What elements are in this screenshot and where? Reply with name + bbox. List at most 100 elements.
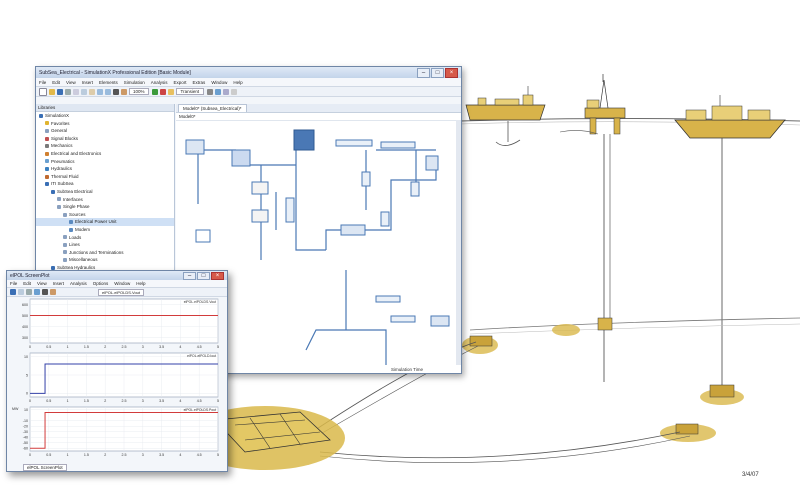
copy-icon[interactable] [81,88,87,95]
plot-copy-icon[interactable] [18,289,24,295]
tree-item[interactable]: Lines [36,241,174,249]
undo-icon[interactable] [97,88,103,95]
reset-icon[interactable] [167,88,174,95]
tree-item[interactable]: Pneumatics [36,158,174,166]
pointer-icon[interactable] [113,88,119,95]
transient-select[interactable]: Transient [175,88,205,95]
plot-close-icon[interactable]: × [211,271,224,280]
x-tick-label: 3.5 [159,453,164,457]
tree-item[interactable]: Mechanics [36,142,174,150]
plot-minimize-icon[interactable]: – [183,271,196,280]
menu-file[interactable]: File [39,80,46,85]
plot-print-icon[interactable] [26,289,32,295]
plot-menu-analysis[interactable]: Analysis [70,281,87,286]
plot-panels[interactable]: 0 0.5 1 1.5 2 2.5 3 3.5 4 4.5 5600500400300elPOL.e… [8,297,226,459]
plot-menu-view[interactable]: View [37,281,47,286]
plot-menu-window[interactable]: Window [114,281,130,286]
menu-help[interactable]: Help [233,80,242,85]
tree-item[interactable]: Hydraulics [36,165,174,173]
zoom-field[interactable]: 100% [129,88,149,95]
tree-item[interactable]: Thermal Fluid [36,173,174,181]
tree-item-label: SubSea Electrical [57,188,93,194]
y-tick-label: -60 [23,447,28,451]
plot-menu-help[interactable]: Help [136,281,145,286]
minimize-icon[interactable]: – [417,67,430,78]
plot-menu-edit[interactable]: Edit [23,281,31,286]
library-folder-icon [57,197,61,202]
menu-simulation[interactable]: Simulation [124,80,145,85]
plot-window-titlebar[interactable]: elPOL ScreenPlot – □ × [7,271,227,280]
plot-tab[interactable]: elPOL ScreenPlot [23,464,67,471]
x-tick-label: 1 [67,399,69,403]
x-tick-label: 0.5 [46,453,51,457]
menu-extras[interactable]: Extras [193,80,206,85]
tree-item[interactable]: Modem [36,226,174,234]
menu-insert[interactable]: Insert [82,80,93,85]
x-tick-label: 4.5 [197,453,202,457]
main-window-titlebar[interactable]: SubSea_Electrical - SimulationX Professi… [36,67,461,78]
table-icon[interactable] [223,88,230,95]
x-tick-label: 5 [217,345,219,349]
maximize-icon[interactable]: □ [431,67,444,78]
tree-item[interactable]: Miscellaneous [36,256,174,264]
plot-maximize-icon[interactable]: □ [197,271,210,280]
plot-menu-file[interactable]: File [10,281,17,286]
plot-save-icon[interactable] [10,289,16,295]
x-tick-label: 3.5 [159,345,164,349]
main-toolbar: 100% Transient [36,87,461,97]
open-icon[interactable] [49,88,55,95]
close-icon[interactable]: × [445,67,458,78]
tree-item[interactable]: Favorites [36,120,174,128]
tree-item[interactable]: ITI SubSea [36,180,174,188]
library-folder-icon [45,182,49,187]
tree-item[interactable]: Sources [36,211,174,219]
tree-item-label: Lines [69,242,80,248]
plot-legend-icon[interactable] [50,289,56,295]
new-icon[interactable] [39,87,47,96]
plot-toolbar: elPOL.elPOLDS.Vout [7,288,227,297]
hand-icon[interactable] [121,88,127,95]
x-tick-label: 2 [104,345,106,349]
menu-view[interactable]: View [66,80,76,85]
save-icon[interactable] [57,88,63,95]
tree-item[interactable]: Signal Blocks [36,135,174,143]
print-icon[interactable] [65,88,71,95]
tree-item[interactable]: Electrical and Electronics [36,150,174,158]
x-tick-label: 4 [179,399,181,403]
legend-entry: elPOL.elPOLDS.Pout [184,408,216,412]
tree-item[interactable]: Loads [36,234,174,242]
plot-zoom-icon[interactable] [34,289,40,295]
start-simulation-icon[interactable] [151,88,158,95]
tree-item[interactable]: Single Phase [36,203,174,211]
y-tick-label: 10 [24,408,28,412]
settings-icon[interactable] [207,88,214,95]
menu-analysis[interactable]: Analysis [151,80,168,85]
menu-edit[interactable]: Edit [52,80,60,85]
plot-menu-options[interactable]: Options [93,281,109,286]
tab-model[interactable]: Model0* (Subsea_Electrical)* [178,104,247,112]
tree-item[interactable]: SubSea Electrical [36,188,174,196]
artist-signature: 3/4/07 [742,472,759,478]
chart-icon[interactable] [215,88,222,95]
library-folder-icon [45,136,49,141]
grid-icon[interactable] [231,88,238,95]
redo-icon[interactable] [105,88,111,95]
plot-series-select[interactable]: elPOL.elPOLDS.Vout [98,288,145,296]
library-folder-icon [63,242,67,247]
plot-menu-insert[interactable]: Insert [53,281,64,286]
plot-cursor-icon[interactable] [42,289,48,295]
canvas-scrollbar-vertical[interactable] [456,120,461,365]
menu-export[interactable]: Export [174,80,187,85]
menu-window[interactable]: Window [211,80,227,85]
library-folder-icon [45,174,49,179]
paste-icon[interactable] [89,88,95,95]
menu-elements[interactable]: Elements [99,80,118,85]
tree-item[interactable]: Junctions and Terminations [36,249,174,257]
cut-icon[interactable] [73,88,79,95]
library-folder-icon [63,250,67,255]
stop-simulation-icon[interactable] [159,88,166,95]
tree-item[interactable]: SimulationX [36,112,174,120]
tree-item[interactable]: Electrical Power Unit [36,218,174,226]
tree-item[interactable]: Interfaces [36,196,174,204]
tree-item[interactable]: General [36,127,174,135]
